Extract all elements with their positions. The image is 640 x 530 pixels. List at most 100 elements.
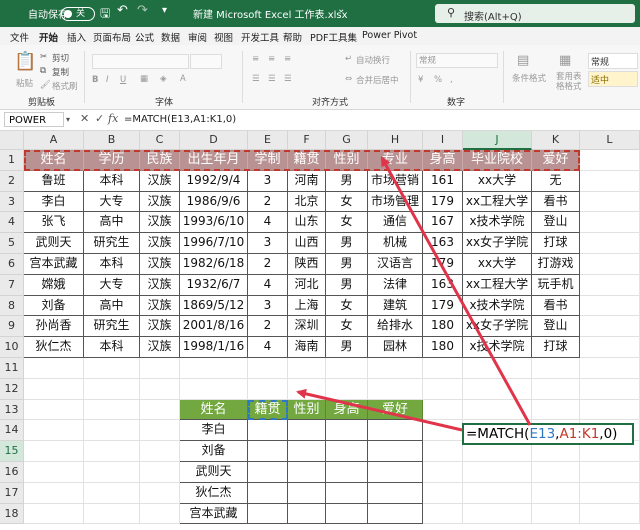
table1-data-cell[interactable]: 女 (326, 212, 368, 234)
format-painter-button[interactable]: 格式刷 (52, 80, 78, 92)
table1-data-cell[interactable]: 深圳 (288, 316, 326, 338)
cell[interactable] (463, 358, 532, 379)
table1-data-cell[interactable]: 建筑 (368, 295, 423, 317)
table1-data-cell[interactable]: 法律 (368, 274, 423, 296)
cell[interactable] (140, 462, 180, 483)
table1-data-cell[interactable]: 汉族 (140, 191, 180, 213)
row-header-17[interactable]: 17 (0, 482, 24, 504)
cell[interactable] (140, 420, 180, 442)
cancel-icon[interactable]: ✕ (80, 112, 89, 125)
table1-data-cell[interactable]: 给排水 (368, 316, 423, 338)
currency-icon[interactable]: ¥ (418, 75, 423, 85)
enter-icon[interactable]: ✓ (95, 112, 104, 125)
table1-data-cell[interactable]: 女 (326, 295, 368, 317)
cell[interactable] (140, 441, 180, 462)
cell[interactable] (580, 462, 640, 483)
column-header-k[interactable]: K (532, 131, 580, 150)
cut-button[interactable]: 剪切 (52, 52, 69, 64)
table1-data-cell[interactable]: 上海 (288, 295, 326, 317)
insert-function-icon[interactable]: fx (108, 112, 118, 125)
table2-empty-cell[interactable] (326, 420, 368, 442)
cell[interactable] (24, 378, 84, 400)
cell[interactable] (580, 503, 640, 525)
table1-data-cell[interactable]: 刘备 (24, 295, 84, 317)
table1-data-cell[interactable]: 1986/9/6 (180, 191, 248, 213)
table1-data-cell[interactable]: 汉族 (140, 295, 180, 317)
table1-data-cell[interactable]: 研究生 (84, 233, 140, 254)
cell[interactable] (423, 358, 463, 379)
table1-data-cell[interactable]: 汉族 (140, 212, 180, 234)
column-header-e[interactable]: E (248, 131, 288, 150)
table2-empty-cell[interactable] (248, 462, 288, 483)
table1-data-cell[interactable]: xx女子学院 (463, 316, 532, 338)
cell[interactable] (24, 503, 84, 525)
format-painter-icon[interactable]: 🖌 (40, 80, 51, 90)
align-bottom-icon[interactable]: ≡ (284, 54, 291, 64)
table1-data-cell[interactable]: 高中 (84, 212, 140, 234)
table1-data-cell[interactable]: 2001/8/16 (180, 316, 248, 338)
table1-data-cell[interactable]: 河北 (288, 274, 326, 296)
formula-input[interactable]: =MATCH(E13,A1:K1,0) (124, 114, 236, 125)
align-right-icon[interactable]: ☰ (284, 74, 292, 84)
cell[interactable] (140, 482, 180, 504)
paste-icon[interactable]: 📋 (14, 51, 36, 72)
table2-empty-cell[interactable] (326, 482, 368, 504)
cell[interactable] (580, 399, 640, 421)
table2-empty-cell[interactable] (248, 441, 288, 462)
table1-data-cell[interactable]: 汉族 (140, 254, 180, 275)
row-header-8[interactable]: 8 (0, 295, 24, 317)
search-box[interactable]: ⚲ 搜索(Alt+Q) (435, 4, 635, 23)
table1-data-cell[interactable]: xx大学 (463, 170, 532, 192)
align-middle-icon[interactable]: ≡ (268, 54, 275, 64)
cell[interactable] (84, 503, 140, 525)
table1-data-cell[interactable]: 1869/5/12 (180, 295, 248, 317)
conditional-format-icon[interactable]: ▤ (517, 53, 529, 68)
cell[interactable] (180, 358, 248, 379)
cell[interactable] (24, 482, 84, 504)
table2-empty-cell[interactable] (326, 462, 368, 483)
table1-data-cell[interactable]: 2 (248, 191, 288, 213)
table1-data-cell[interactable]: 167 (423, 212, 463, 234)
redo-icon[interactable]: ↷ (137, 3, 148, 18)
border-icon[interactable]: ▦ (140, 74, 148, 84)
table1-data-cell[interactable]: 男 (326, 337, 368, 358)
row-header-13[interactable]: 13 (0, 399, 24, 421)
column-header-j[interactable]: J (463, 131, 532, 150)
table1-data-cell[interactable]: 大专 (84, 274, 140, 296)
cell[interactable] (140, 378, 180, 400)
table1-data-cell[interactable]: 山东 (288, 212, 326, 234)
chevron-down-icon[interactable]: ⌄ (337, 4, 345, 15)
table1-data-cell[interactable]: 女 (326, 316, 368, 338)
column-header-g[interactable]: G (326, 131, 368, 150)
cell[interactable] (532, 358, 580, 379)
row-header-7[interactable]: 7 (0, 274, 24, 296)
cell[interactable] (463, 462, 532, 483)
row-header-14[interactable]: 14 (0, 420, 24, 442)
cell[interactable] (368, 358, 423, 379)
customize-qat-icon[interactable]: ▾ (162, 5, 167, 16)
percent-icon[interactable]: % (434, 75, 442, 85)
table1-data-cell[interactable]: 打游戏 (532, 254, 580, 275)
table2-name-cell[interactable]: 宫本武藏 (180, 503, 248, 525)
table1-data-cell[interactable]: 嫦娥 (24, 274, 84, 296)
table1-data-cell[interactable]: 163 (423, 233, 463, 254)
conditional-format-button[interactable]: 条件格式 (512, 72, 546, 84)
table1-data-cell[interactable]: 汉族 (140, 233, 180, 254)
table1-data-cell[interactable]: 1993/6/10 (180, 212, 248, 234)
table1-data-cell[interactable]: xx女子学院 (463, 233, 532, 254)
table1-data-cell[interactable]: 研究生 (84, 316, 140, 338)
table1-data-cell[interactable]: 打球 (532, 233, 580, 254)
cell-edit-box[interactable]: =MATCH(E13,A1:K1,0) (462, 423, 634, 445)
table1-data-cell[interactable]: 4 (248, 274, 288, 296)
row-header-16[interactable]: 16 (0, 462, 24, 483)
column-header-c[interactable]: C (140, 131, 180, 150)
row-header-9[interactable]: 9 (0, 316, 24, 338)
table1-data-cell[interactable]: 1992/9/4 (180, 170, 248, 192)
row-header-6[interactable]: 6 (0, 254, 24, 275)
table1-data-cell[interactable]: 海南 (288, 337, 326, 358)
autosave-toggle[interactable]: 关 (61, 7, 95, 21)
table2-header-cell[interactable]: 性别 (288, 399, 326, 421)
table2-header-cell[interactable]: 身高 (326, 399, 368, 421)
cell[interactable] (326, 378, 368, 400)
table1-data-cell[interactable]: 本科 (84, 337, 140, 358)
